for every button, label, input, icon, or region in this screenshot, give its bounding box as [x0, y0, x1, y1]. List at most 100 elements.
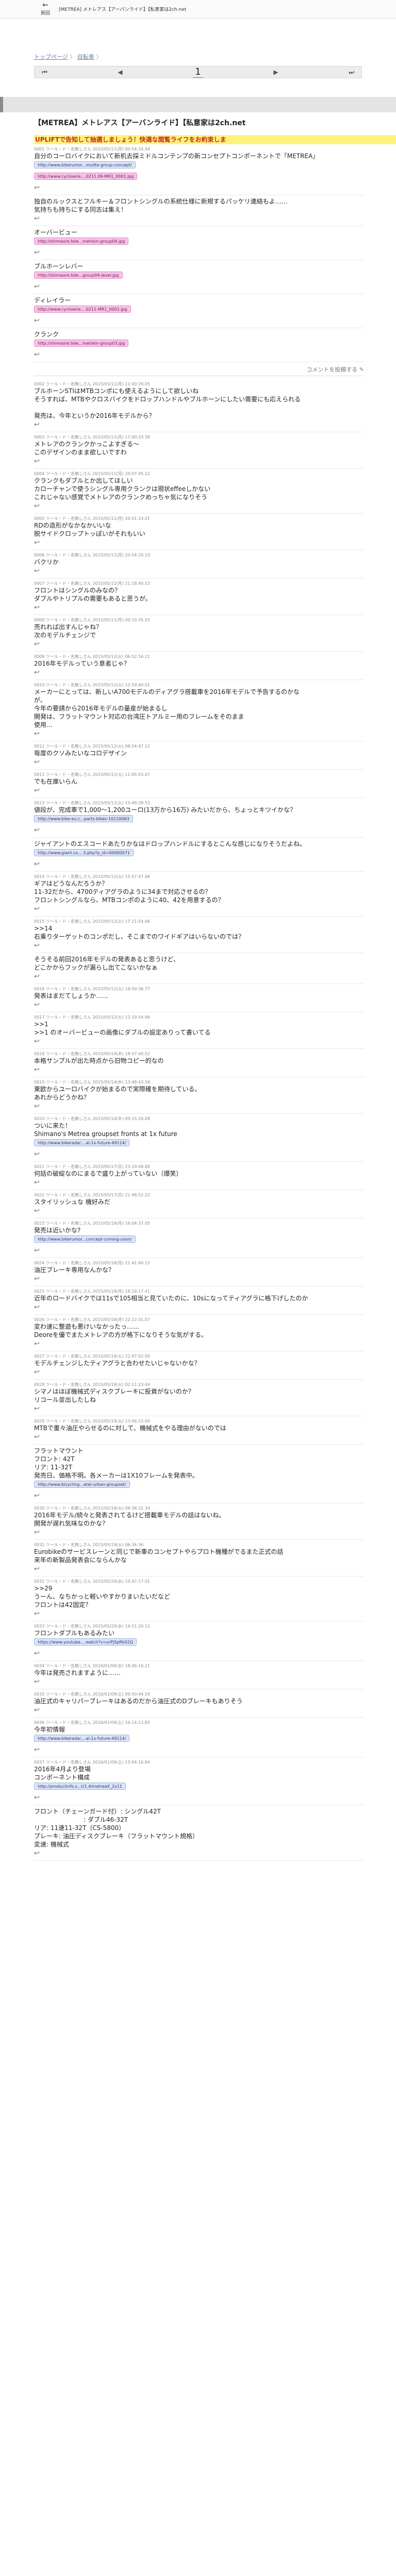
- post-meta: 0012 ツール・ド・名無しさん 2015/05/12(火) 11:05:53.…: [34, 772, 150, 777]
- breadcrumb-board[interactable]: 自転車: [77, 54, 94, 60]
- post: 0015 ツール・ド・名無しさん 2015/05/12(火) 17:21:54.…: [34, 917, 364, 953]
- post-body: >>14 右乗りターゲットのコンポだし、そこまでのワイドギアはいらないのでは？: [34, 925, 245, 940]
- reply-icon[interactable]: ↩: [34, 758, 364, 766]
- post: 0009 ツール・ド・名無しさん 2015/05/12(火) 06:52:16.…: [34, 652, 364, 680]
- post-link[interactable]: http://www.bikeradar....ai-1x-future-491…: [34, 1735, 130, 1742]
- post-body: メトレアのクランクかっこよすぎる〜 このデザインのまま欲しいですわ: [34, 440, 140, 456]
- post-meta: 0022 ツール・ド・名無しさん 2015/05/17(日) 21:48:51.…: [34, 1193, 150, 1197]
- post-link[interactable]: http://www.bikerumor...mulite-group-conc…: [34, 161, 136, 168]
- reply-icon[interactable]: ↩: [34, 640, 364, 648]
- reply-icon[interactable]: ↩: [34, 604, 364, 612]
- reply-icon[interactable]: ↩: [34, 1247, 364, 1255]
- reply-icon[interactable]: ↩: [34, 1001, 364, 1009]
- post-link[interactable]: https://www.youtube....watch?v=urPjSpRk0…: [34, 1638, 137, 1646]
- reply-icon[interactable]: ↩: [34, 1038, 364, 1045]
- post-link[interactable]: http://productinfo.s...t/1.4/metreaX_2x1…: [34, 1783, 126, 1790]
- reply-icon[interactable]: ↩: [34, 1275, 364, 1283]
- reply-icon[interactable]: ↩: [34, 457, 364, 465]
- alert-banner[interactable]: UPLIFTで告知して抽選しましょう！快適な閲覧ライフをお約束しま: [34, 135, 396, 144]
- post: 0024 ツール・ド・名無しさん 2015/05/18(月) 21:41:40.…: [34, 1258, 364, 1286]
- post: 0001 ツール・ド・名無しさん 2015/05/11(月) 00:54:24.…: [34, 144, 364, 195]
- post-body: RDの造形がなかなかいいな 脱サイドクロップトッぽいがそれもいい: [34, 522, 145, 537]
- reply-icon[interactable]: ↩: [34, 421, 364, 429]
- post-body: 2016年4月より登場 コンポーネント構成: [34, 1766, 91, 1781]
- reply-icon[interactable]: ↩: [34, 317, 364, 325]
- thread-title: 【METREA】メトレアス【アーバンライド】【私意家は2ch.net: [34, 119, 246, 127]
- post: 0029 ツール・ド・名無しさん 2015/05/19(火) 13:06:23.…: [34, 1416, 364, 1445]
- post: 0011 ツール・ド・名無しさん 2015/05/12(火) 08:54:47.…: [34, 741, 364, 770]
- post-body: オーバービュー: [34, 229, 77, 236]
- post-link[interactable]: http://www.bicycling...etal-urban-groups…: [34, 1481, 130, 1488]
- reply-icon[interactable]: ↩: [34, 283, 364, 291]
- reply-icon[interactable]: ↩: [34, 669, 364, 676]
- current-page[interactable]: 1: [193, 66, 203, 78]
- pager: ⏮ ◀ 1 ▶ ⏭: [34, 66, 362, 78]
- reply-icon[interactable]: ↩: [34, 184, 364, 192]
- post: 0003 ツール・ド・名無しさん 2015/05/11(月) 17:00:33.…: [34, 432, 364, 469]
- image-link[interactable]: http://www.cyclowire....0211-MR1_0001.jp…: [34, 306, 131, 313]
- reply-icon[interactable]: ↩: [34, 1565, 364, 1573]
- post-meta: 0003 ツール・ド・名無しさん 2015/05/11(月) 17:00:33.…: [34, 435, 150, 439]
- reply-icon[interactable]: ↩: [34, 905, 364, 913]
- prev-page-icon[interactable]: ◀: [118, 69, 122, 76]
- reply-icon[interactable]: ↩: [34, 502, 364, 510]
- reply-icon[interactable]: ↩: [34, 1492, 364, 1500]
- post-body: ディレイラー: [34, 297, 71, 304]
- reply-icon[interactable]: ↩: [34, 1405, 364, 1413]
- post-meta: 0037 ツール・ド・名無しさん 2016/01/09(土) 13:04:16.…: [34, 1760, 150, 1765]
- reply-icon[interactable]: ↩: [34, 1529, 364, 1536]
- last-page-icon[interactable]: ⏭: [349, 69, 354, 76]
- breadcrumb-home[interactable]: トップページ: [34, 54, 68, 60]
- reply-icon[interactable]: ↩: [34, 567, 364, 575]
- image-link[interactable]: http://shimaore.tele...metrein-group03.j…: [34, 340, 129, 347]
- reply-icon[interactable]: ↩: [34, 1706, 364, 1714]
- reply-icon[interactable]: ↩: [34, 249, 364, 257]
- reply-icon[interactable]: ↩: [34, 1433, 364, 1441]
- image-link[interactable]: http://shimaore.tele...metrein-group04.j…: [34, 238, 129, 245]
- post: ジャイアントのエスコードあたりかなはドロップハンドルにするとこんな感じになりそう…: [34, 838, 364, 872]
- post: 0028 ツール・ド・名無しさん 2015/05/19(火) 02:11:23.…: [34, 1380, 364, 1416]
- reply-icon[interactable]: ↩: [34, 1303, 364, 1311]
- post-body: フラットマウント フロント: 42T リア: 11-32T 発売日、価格不明。各…: [34, 1447, 199, 1479]
- comment-button[interactable]: コメントを投稿する ✎: [34, 365, 364, 376]
- post-body: >>1 >>1 のオーバービューの画像にダブルの設定ありって書いてる: [34, 1021, 211, 1036]
- post-link[interactable]: http://www.bike-eu.c...parts-bikes-10110…: [34, 815, 133, 822]
- post-body: 何話の破綻なのにまるで盛り上がっていない（爆笑）: [34, 1170, 183, 1177]
- post-meta: 0021 ツール・ド・名無しさん 2015/05/17(日) 23:20:08.…: [34, 1164, 150, 1169]
- reply-icon[interactable]: ↩: [34, 787, 364, 794]
- reply-icon[interactable]: ↩: [34, 730, 364, 738]
- post: 0017 ツール・ド・名無しさん 2015/05/12(火) 12:33:54.…: [34, 1012, 364, 1049]
- post: 0004 ツール・ド・名無しさん 2015/05/11(月) 20:07:45.…: [34, 469, 364, 514]
- image-link[interactable]: http://www.cyclowire....0211.09-MR1_0001…: [34, 173, 138, 180]
- post-link[interactable]: http://www.bikerumor...concept-coming-so…: [34, 1235, 136, 1243]
- back-button[interactable]: ← 前回: [34, 1, 57, 18]
- reply-icon[interactable]: ↩: [34, 1610, 364, 1618]
- reply-icon[interactable]: ↩: [34, 1179, 364, 1187]
- reply-icon[interactable]: ↩: [34, 1746, 364, 1754]
- image-link[interactable]: http://shimaore.tele...group04-lever.jpg: [34, 272, 123, 279]
- reply-icon[interactable]: ↩: [34, 1794, 364, 1802]
- reply-icon[interactable]: ↩: [34, 860, 364, 868]
- first-page-icon[interactable]: ⏮: [42, 69, 47, 76]
- reply-icon[interactable]: ↩: [34, 1207, 364, 1215]
- next-page-icon[interactable]: ▶: [273, 69, 278, 76]
- reply-icon[interactable]: ↩: [34, 942, 364, 950]
- reply-icon[interactable]: ↩: [34, 1103, 364, 1110]
- reply-icon[interactable]: ↩: [34, 1650, 364, 1657]
- reply-icon[interactable]: ↩: [34, 1066, 364, 1074]
- reply-icon[interactable]: ↩: [34, 1850, 364, 1857]
- reply-icon[interactable]: ↩: [34, 826, 364, 834]
- post-link[interactable]: http://www.giant.co....3.php?p_id=000000…: [34, 849, 134, 856]
- post-link[interactable]: http://www.bikeradar....ai-1x-future-491…: [34, 1139, 130, 1146]
- reply-icon[interactable]: ↩: [34, 1368, 364, 1376]
- reply-icon[interactable]: ↩: [34, 1150, 364, 1158]
- reply-icon[interactable]: ↩: [34, 1340, 364, 1348]
- reply-icon[interactable]: ↩: [34, 215, 364, 223]
- post-meta: 0019 ツール・ド・名無しさん 2015/05/14(木) 13:48:43.…: [34, 1080, 150, 1084]
- reply-icon[interactable]: ↩: [34, 1678, 364, 1686]
- reply-icon[interactable]: ↩: [34, 539, 364, 547]
- reply-icon[interactable]: ↩: [34, 351, 364, 359]
- post-meta: 0010 ツール・ド・名無しさん 2015/05/12(火) 12:59:40.…: [34, 683, 150, 687]
- reply-icon[interactable]: ↩: [34, 973, 364, 980]
- post: 0010 ツール・ド・名無しさん 2015/05/12(火) 12:59:40.…: [34, 680, 364, 741]
